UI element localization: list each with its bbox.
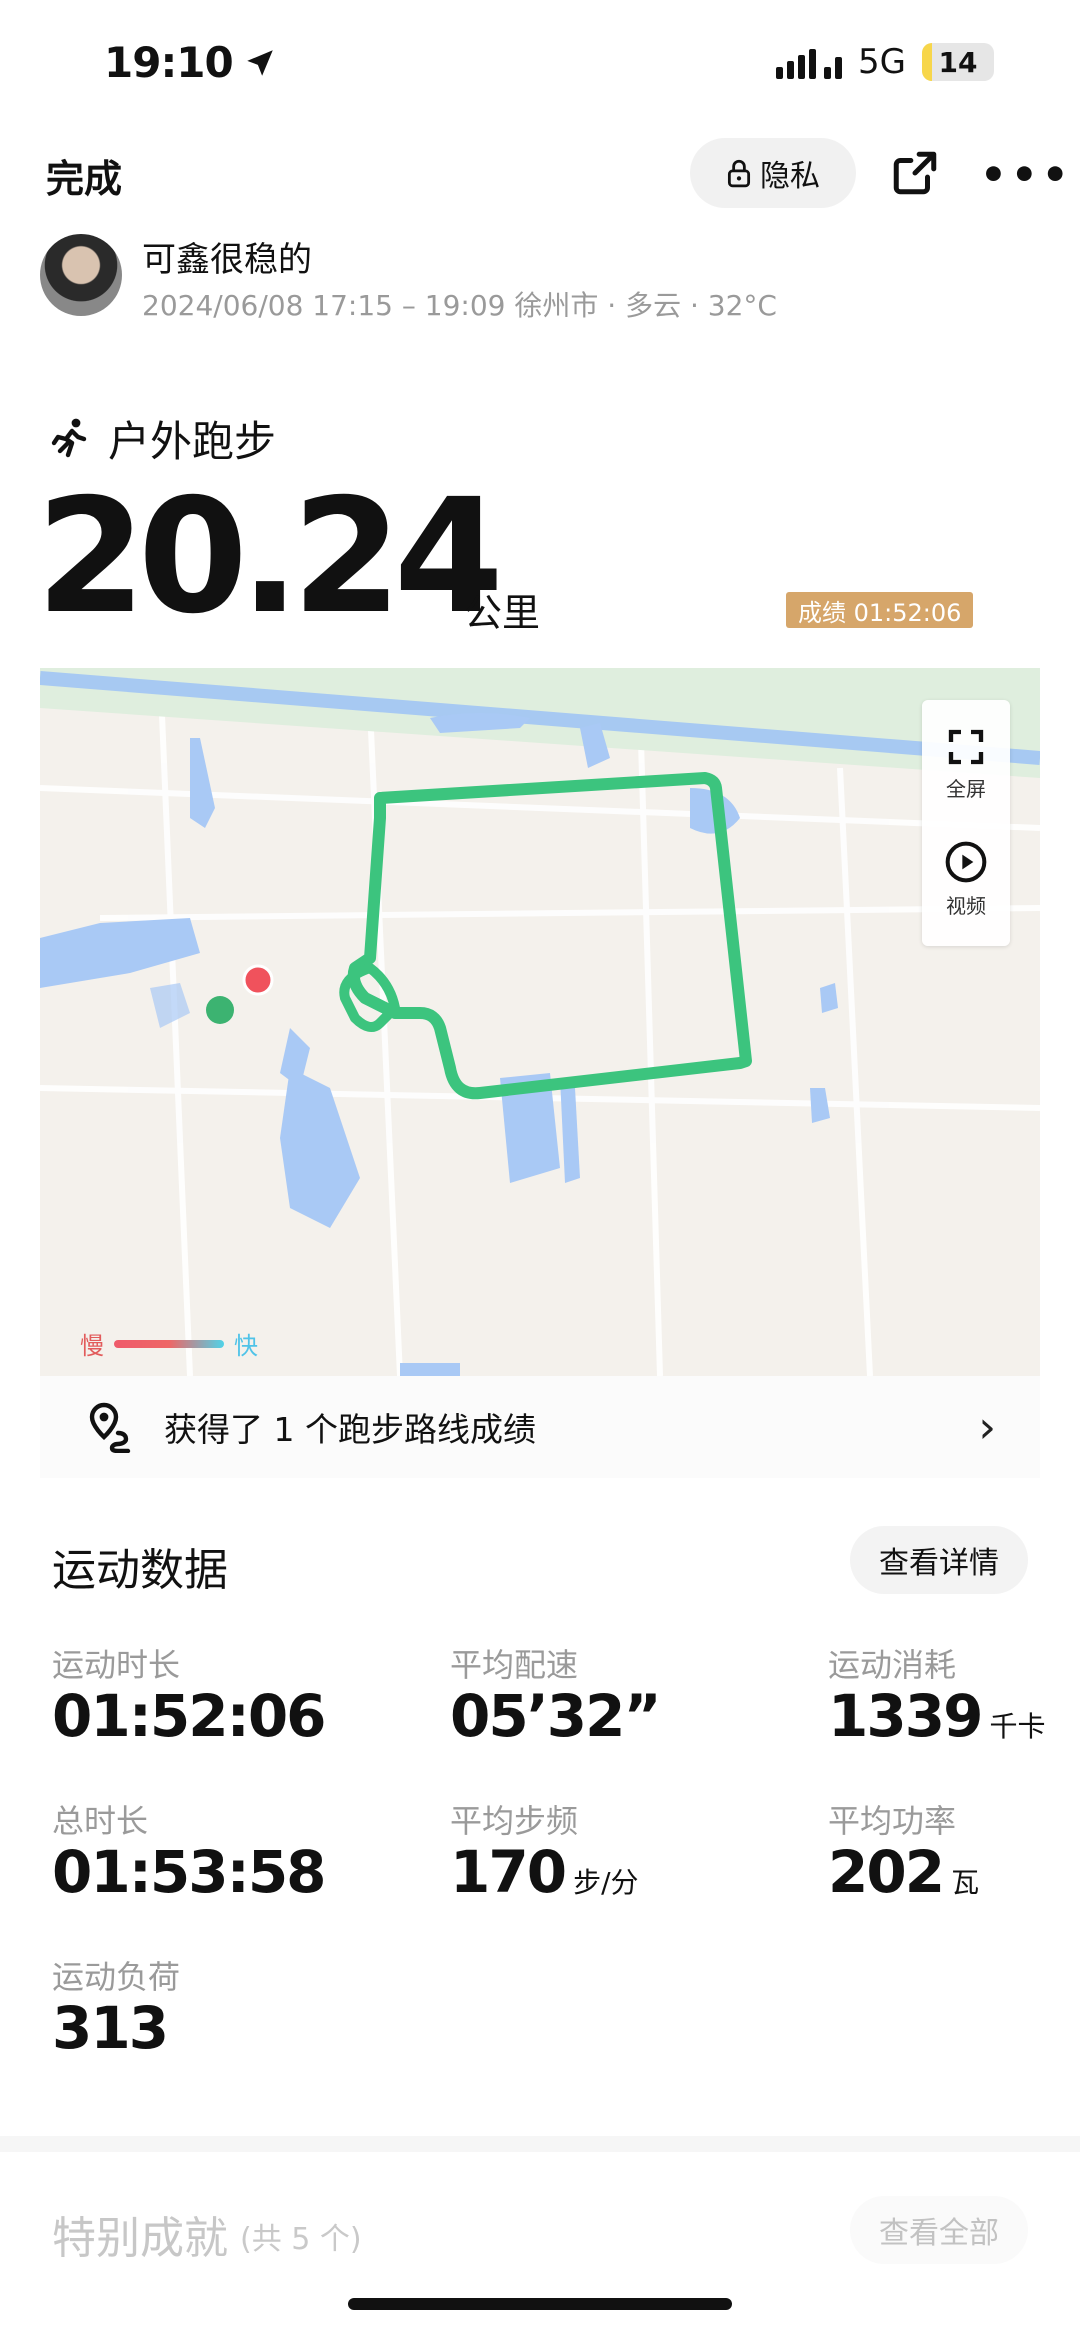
route-banner-text: 获得了 1 个跑步路线成绩 [164, 1410, 536, 1449]
lock-icon [727, 159, 751, 188]
distance-value: 20.24 [36, 465, 504, 649]
map-controls: 全屏 视频 [922, 700, 1010, 946]
fullscreen-label: 全屏 [946, 777, 986, 801]
network-type: 5G [858, 42, 906, 82]
time-text: 19:10 [104, 38, 234, 87]
video-button[interactable]: 视频 [944, 840, 988, 919]
stat-label: 运动负荷 [52, 1958, 181, 1996]
stat-unit: 步/分 [573, 1866, 639, 1899]
legend-fast: 快 [234, 1332, 258, 1360]
stat-number: 170 [450, 1838, 567, 1906]
stat-number: 202 [828, 1838, 945, 1906]
achievements-count: (共 5 个) [240, 2222, 362, 2257]
route-end-marker [242, 964, 274, 996]
stat-number: 1339 [828, 1682, 983, 1750]
stat-value: 313 [52, 1994, 169, 2062]
stat-number: 01:52:06 [52, 1682, 327, 1750]
play-icon [945, 841, 987, 883]
fullscreen-button[interactable]: 全屏 [946, 727, 986, 802]
stat-value: 01:52:06 [52, 1682, 327, 1750]
cellular-signal-icon [776, 45, 843, 79]
done-button[interactable]: 完成 [46, 148, 122, 203]
user-name: 可鑫很稳的 [142, 240, 312, 280]
home-indicator[interactable] [348, 2298, 732, 2310]
chevron-right-icon: › [978, 1401, 996, 1453]
stat-value: 01:53:58 [52, 1838, 327, 1906]
share-button[interactable] [890, 148, 940, 198]
status-time: 19:10 [104, 38, 277, 87]
distance-unit: 公里 [464, 591, 541, 635]
stat-value: 05’32” [450, 1682, 662, 1750]
battery-percent: 14 [938, 45, 978, 79]
activity-type-row: 户外跑步 [46, 408, 276, 469]
route-track [339, 772, 752, 1100]
stat-label: 运动消耗 [828, 1646, 957, 1684]
legend-slow: 慢 [80, 1332, 104, 1360]
more-options-button[interactable]: ••• [980, 150, 1073, 199]
view-details-button[interactable]: 查看详情 [850, 1526, 1028, 1594]
score-badge: 成绩 01:52:06 [786, 592, 974, 628]
stat-number: 313 [52, 1994, 169, 2062]
avatar[interactable] [40, 234, 122, 316]
stat-label: 运动时长 [52, 1646, 181, 1684]
stat-label: 平均功率 [828, 1802, 957, 1840]
fullscreen-icon [948, 729, 984, 765]
more-icon: ••• [980, 150, 1073, 199]
share-icon [893, 151, 937, 195]
route-map[interactable]: 全屏 视频 慢 快 [40, 668, 1040, 1376]
stat-unit: 千卡 [989, 1710, 1046, 1743]
stat-value: 1339 千卡 [828, 1682, 1045, 1750]
view-all-button[interactable]: 查看全部 [850, 2196, 1028, 2264]
sport-data-title: 运动数据 [52, 1545, 228, 1596]
battery-fill [922, 43, 933, 81]
stat-label: 平均步频 [450, 1802, 579, 1840]
stat-value: 202 瓦 [828, 1838, 979, 1906]
pace-gradient-bar [114, 1339, 224, 1348]
stat-value: 170 步/分 [450, 1838, 639, 1906]
section-divider [0, 2136, 1080, 2152]
stat-number: 01:53:58 [52, 1838, 327, 1906]
route-achievement-banner[interactable]: 获得了 1 个跑步路线成绩 › [40, 1376, 1040, 1478]
activity-type: 户外跑步 [108, 417, 277, 466]
route-pin-icon [89, 1402, 131, 1453]
running-icon [51, 418, 87, 457]
video-label: 视频 [946, 894, 986, 918]
achievements-title: 特别成就 [52, 2213, 228, 2264]
battery-icon: 14 [922, 43, 994, 81]
stat-label: 总时长 [52, 1802, 149, 1840]
privacy-label: 隐私 [760, 159, 820, 194]
location-arrow-icon [246, 49, 273, 76]
activity-meta: 2024/06/08 17:15 – 19:09 徐州市 · 多云 · 32°C [142, 289, 777, 322]
stat-unit: 瓦 [951, 1866, 980, 1899]
pace-legend: 慢 快 [80, 1326, 258, 1361]
status-indicators: 5G 14 [776, 42, 994, 82]
map-canvas [40, 668, 1040, 1376]
stat-label: 平均配速 [450, 1646, 579, 1684]
route-start-marker [206, 996, 234, 1024]
privacy-button[interactable]: 隐私 [690, 138, 856, 208]
stat-number: 05’32” [450, 1682, 662, 1750]
